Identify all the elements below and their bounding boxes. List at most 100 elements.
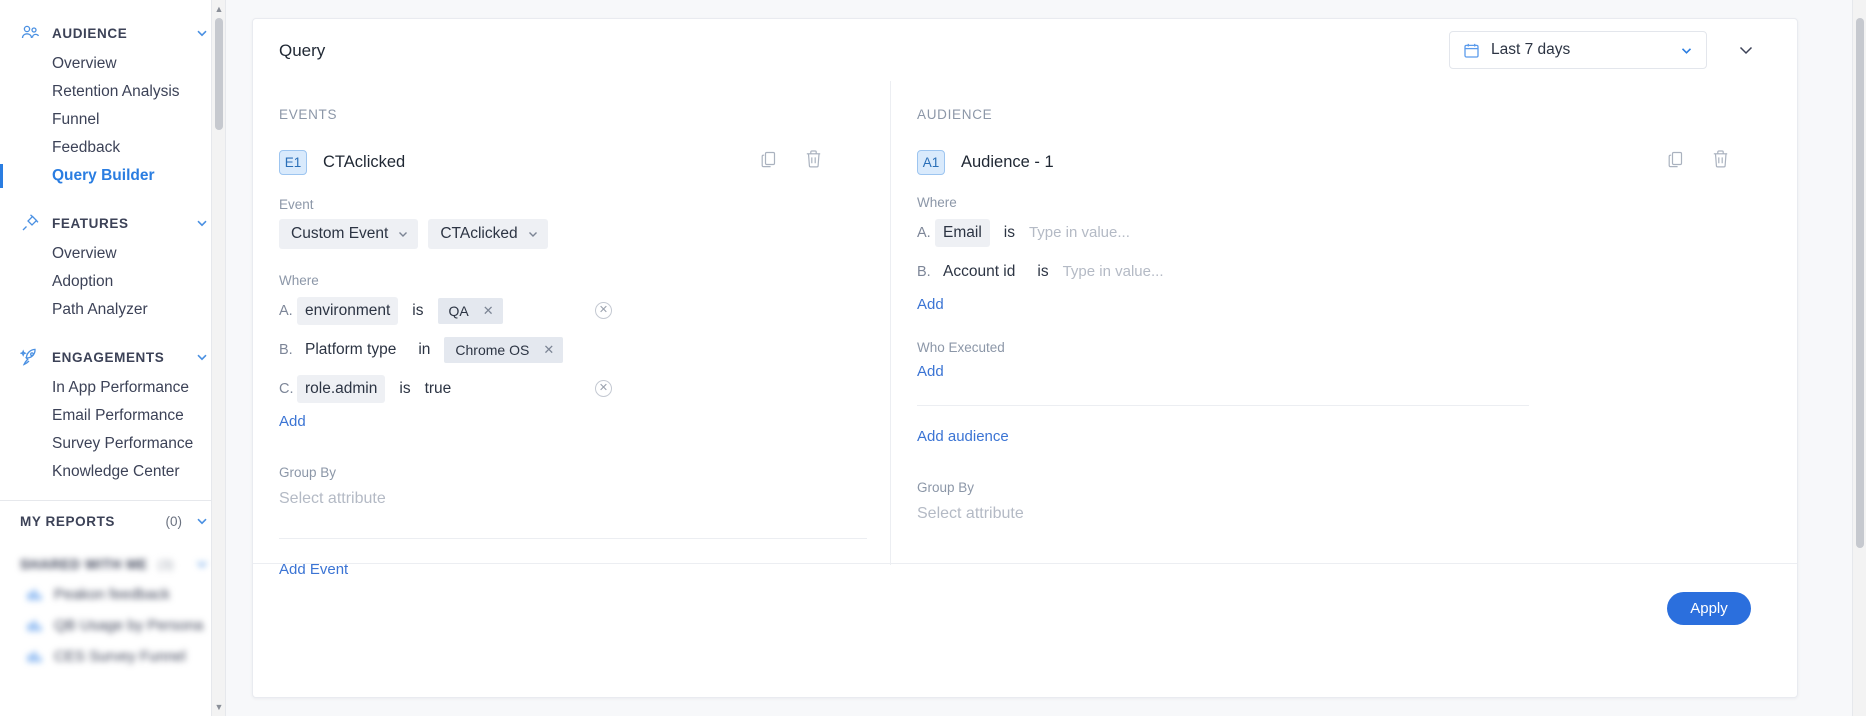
sidebar-shared-with-me-header[interactable]: SHARED WITH ME (3) bbox=[0, 549, 225, 579]
event-type-select-value: Custom Event bbox=[291, 225, 389, 242]
audience-group-by-select[interactable]: Select attribute bbox=[917, 505, 1797, 523]
chevron-down-icon[interactable] bbox=[194, 349, 210, 365]
condition-attribute[interactable]: role.admin bbox=[297, 374, 386, 403]
scroll-down-arrow-icon[interactable]: ▼ bbox=[214, 702, 224, 712]
sidebar-content: AUDIENCE Overview Retention Analysis Fun… bbox=[0, 0, 225, 672]
sidebar: AUDIENCE Overview Retention Analysis Fun… bbox=[0, 0, 226, 716]
remove-condition-icon[interactable]: ✕ bbox=[595, 302, 612, 319]
event-name: CTAclicked bbox=[323, 153, 406, 171]
calendar-icon bbox=[1462, 41, 1480, 59]
list-item[interactable]: CES Survey Funnel bbox=[0, 641, 225, 672]
sidebar-group-features: FEATURES Overview Adoption Path Analyzer bbox=[0, 190, 225, 324]
add-audience-link[interactable]: Add audience bbox=[917, 428, 1009, 445]
chevron-down-icon bbox=[397, 228, 409, 240]
sidebar-scrollbar-thumb[interactable] bbox=[215, 18, 223, 130]
events-group-by-select[interactable]: Select attribute bbox=[279, 490, 890, 508]
collapse-panel-chevron-icon[interactable] bbox=[1735, 39, 1757, 61]
date-range-label: Last 7 days bbox=[1491, 41, 1571, 58]
events-group-by-label: Group By bbox=[279, 465, 337, 480]
query-builder-card: Query Last 7 days EVENTS E1 CTAclicked E… bbox=[252, 18, 1798, 698]
remove-tag-icon[interactable]: ✕ bbox=[483, 303, 494, 319]
audience-section-label: AUDIENCE bbox=[917, 107, 993, 122]
condition-value-tag[interactable]: Chrome OS ✕ bbox=[444, 336, 564, 363]
sidebar-item-knowledge-center[interactable]: Knowledge Center bbox=[0, 458, 225, 486]
audience-panel: AUDIENCE A1 Audience - 1 Where A. Email … bbox=[891, 81, 1797, 565]
list-item[interactable]: Peakon feedback bbox=[0, 579, 225, 610]
remove-tag-icon[interactable]: ✕ bbox=[543, 342, 554, 358]
shared-with-me-title: SHARED WITH ME bbox=[20, 556, 148, 572]
sidebar-group-header-features[interactable]: FEATURES bbox=[0, 206, 225, 240]
my-reports-count: (0) bbox=[165, 513, 183, 529]
trash-icon[interactable] bbox=[802, 147, 824, 171]
sidebar-item-adoption[interactable]: Adoption bbox=[0, 268, 225, 296]
event-condition-row: A. environment is QA ✕ ✕ bbox=[279, 294, 890, 327]
audience-panel-body: AUDIENCE A1 Audience - 1 Where A. Email … bbox=[891, 81, 1797, 523]
who-executed-add-link[interactable]: Add bbox=[917, 363, 944, 380]
sidebar-group-header-engagements[interactable]: ENGAGEMENTS bbox=[0, 340, 225, 374]
card-footer: Apply bbox=[253, 563, 1797, 697]
audience-condition-row: A. Email is Type in value... bbox=[917, 216, 1797, 249]
condition-operator[interactable]: is bbox=[1037, 263, 1048, 281]
condition-value-text: QA bbox=[448, 302, 469, 319]
remove-condition-icon[interactable]: ✕ bbox=[595, 380, 612, 397]
audience-name: Audience - 1 bbox=[961, 153, 1054, 171]
sidebar-item-feedback[interactable]: Feedback bbox=[0, 134, 225, 162]
sidebar-item-retention-analysis[interactable]: Retention Analysis bbox=[0, 78, 225, 106]
chevron-down-icon[interactable] bbox=[194, 25, 210, 41]
sidebar-item-features-overview[interactable]: Overview bbox=[0, 240, 225, 268]
chevron-down-icon[interactable] bbox=[194, 556, 210, 572]
condition-operator[interactable]: is bbox=[1004, 224, 1015, 242]
sidebar-item-funnel[interactable]: Funnel bbox=[0, 106, 225, 134]
copy-icon[interactable] bbox=[1665, 147, 1687, 171]
condition-operator[interactable]: is bbox=[412, 302, 423, 320]
apply-button[interactable]: Apply bbox=[1667, 592, 1751, 625]
page-scrollbar-thumb[interactable] bbox=[1856, 18, 1864, 548]
sidebar-item-survey-performance[interactable]: Survey Performance bbox=[0, 430, 225, 458]
audience-block-header: A1 Audience - 1 bbox=[917, 150, 1797, 175]
trash-icon[interactable] bbox=[1709, 147, 1731, 171]
sidebar-group-title: FEATURES bbox=[52, 215, 129, 231]
audience-add-condition-link[interactable]: Add bbox=[917, 296, 944, 313]
page-scrollbar[interactable] bbox=[1852, 0, 1866, 716]
scroll-up-arrow-icon[interactable]: ▲ bbox=[214, 4, 224, 14]
copy-icon[interactable] bbox=[758, 147, 780, 171]
audience-group-by-label: Group By bbox=[917, 480, 975, 495]
condition-letter: C. bbox=[279, 380, 294, 397]
condition-attribute[interactable]: environment bbox=[297, 296, 399, 325]
sidebar-item-overview[interactable]: Overview bbox=[0, 50, 225, 78]
date-range-picker[interactable]: Last 7 days bbox=[1449, 31, 1707, 69]
sidebar-item-email-performance[interactable]: Email Performance bbox=[0, 402, 225, 430]
sidebar-item-query-builder[interactable]: Query Builder bbox=[0, 162, 225, 190]
events-panel: EVENTS E1 CTAclicked Event Custom Event … bbox=[253, 81, 891, 578]
sidebar-item-path-analyzer[interactable]: Path Analyzer bbox=[0, 296, 225, 324]
chevron-down-icon[interactable] bbox=[194, 513, 210, 529]
condition-attribute[interactable]: Account id bbox=[935, 258, 1023, 286]
condition-value-text: Chrome OS bbox=[455, 341, 530, 358]
chevron-down-icon[interactable] bbox=[194, 215, 210, 231]
condition-operator[interactable]: in bbox=[418, 341, 430, 359]
condition-attribute[interactable]: Email bbox=[935, 218, 990, 247]
sidebar-scrollbar[interactable]: ▲ ▼ bbox=[211, 0, 225, 716]
chevron-down-icon[interactable] bbox=[1679, 43, 1694, 58]
event-selects-row: Custom Event CTAclicked bbox=[279, 219, 890, 249]
audience-condition-row: B. Account id is Type in value... bbox=[917, 255, 1797, 288]
condition-value[interactable]: true bbox=[425, 380, 452, 398]
events-add-condition-link[interactable]: Add bbox=[279, 413, 306, 430]
condition-value-tag[interactable]: QA ✕ bbox=[437, 297, 503, 324]
sidebar-item-in-app-performance[interactable]: In App Performance bbox=[0, 374, 225, 402]
event-name-select[interactable]: CTAclicked bbox=[428, 219, 548, 249]
events-section-label: EVENTS bbox=[279, 107, 338, 122]
condition-operator[interactable]: is bbox=[399, 380, 410, 398]
sidebar-my-reports-header[interactable]: MY REPORTS (0) bbox=[0, 501, 225, 541]
event-field-label: Event bbox=[279, 197, 314, 212]
event-type-select[interactable]: Custom Event bbox=[279, 219, 419, 249]
condition-value-input[interactable]: Type in value... bbox=[1029, 224, 1130, 241]
features-plug-icon bbox=[20, 213, 40, 233]
condition-attribute[interactable]: Platform type bbox=[297, 336, 404, 364]
condition-value-input[interactable]: Type in value... bbox=[1063, 263, 1164, 280]
main-content: Query Last 7 days EVENTS E1 CTAclicked E… bbox=[226, 0, 1866, 716]
sidebar-group-header-audience[interactable]: AUDIENCE bbox=[0, 16, 225, 50]
list-item[interactable]: QB Usage by Persona bbox=[0, 610, 225, 641]
engagements-rocket-icon bbox=[20, 347, 40, 367]
who-executed-label: Who Executed bbox=[917, 340, 1005, 355]
